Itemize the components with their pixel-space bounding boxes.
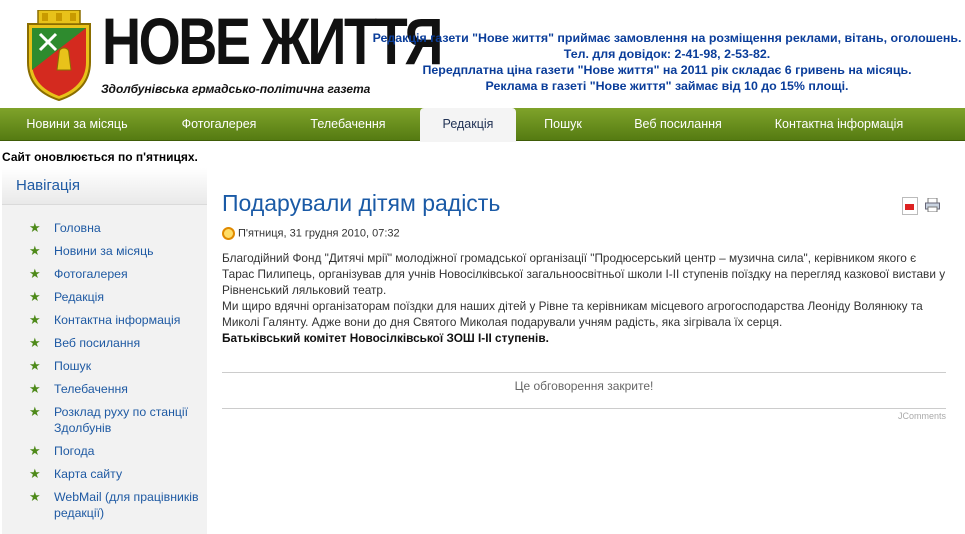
sidebar-item-label[interactable]: Головна [54,221,101,235]
sidebar-item-weather[interactable]: ★ Погода [2,443,207,459]
sidebar-item-label[interactable]: Редакція [54,290,104,304]
star-icon: ★ [29,381,41,396]
article-meta: П'ятниця, 31 грудня 2010, 07:32 [222,227,400,240]
article-paragraph: Благодійний Фонд "Дитячі мрії" молодіжно… [222,251,946,297]
sidebar-item-news[interactable]: ★ Новини за місяць [2,243,207,259]
sidebar-item-label[interactable]: Погода [54,444,94,458]
sidebar-item-photogallery[interactable]: ★ Фотогалерея [2,266,207,282]
nav-item-contacts[interactable]: Контактна інформація [746,108,932,140]
sidebar-header: Навігація [2,168,207,205]
jcomments-link[interactable]: JComments [822,411,946,421]
sidebar-item-search[interactable]: ★ Пошук [2,358,207,374]
star-icon: ★ [29,266,41,281]
star-icon: ★ [29,335,41,350]
nav-item-photogallery[interactable]: Фотогалерея [154,108,284,140]
sidebar: Навігація ★ Головна ★ Новини за місяць ★ Фо… [2,168,207,534]
pdf-icon[interactable] [902,197,918,215]
main-nav: Новини за місяць Фотогалерея Телебачення… [0,108,965,142]
sidebar-item-label[interactable]: Карта сайту [54,467,122,481]
site-subtitle: Здолбунівська грмадсько-політична газета [101,82,371,96]
sidebar-item-label[interactable]: Розклад руху по станції Здолбунів [54,405,188,435]
star-icon: ★ [29,404,41,419]
sidebar-item-links[interactable]: ★ Веб посилання [2,335,207,351]
sidebar-menu: ★ Головна ★ Новини за місяць ★ Фотогалерея … [2,220,207,528]
article-date: П'ятниця, 31 грудня 2010, 07:32 [238,227,400,240]
sidebar-item-webmail[interactable]: ★ WebMail (для працівників редакції) [2,489,207,521]
star-icon: ★ [29,358,41,373]
header-info-line: Редакція газети "Нове життя" приймає зам… [372,31,962,45]
article-paragraph: Ми щиро вдячні організаторам поїздки для… [222,299,923,329]
star-icon: ★ [29,243,41,258]
sidebar-item-label[interactable]: Телебачення [54,382,128,396]
sidebar-item-label[interactable]: WebMail (для працівників редакції) [54,490,199,520]
star-icon: ★ [29,443,41,458]
sidebar-item-sitemap[interactable]: ★ Карта сайту [2,466,207,482]
sidebar-item-contacts[interactable]: ★ Контактна інформація [2,312,207,328]
article-title[interactable]: Подарували дітям радість [222,190,500,217]
sidebar-item-label[interactable]: Веб посилання [54,336,140,350]
star-icon: ★ [29,312,41,327]
article-body: Благодійний Фонд "Дитячі мрії" молодіжно… [222,250,948,346]
nav-item-links[interactable]: Веб посилання [610,108,746,140]
nav-item-editorial[interactable]: Редакція [420,108,516,142]
clock-icon [222,227,235,240]
header-info-line: Тел. для довідок: 2-41-98, 2-53-82. [563,47,771,61]
header-info-line: Реклама в газеті "Нове життя" займає від… [485,79,849,93]
header-info: Редакція газети "Нове життя" приймає зам… [372,30,962,94]
sidebar-item-label[interactable]: Пошук [54,359,91,373]
site-header: НОВЕ ЖИТТЯ Здолбунівська грмадсько-політ… [0,0,965,108]
nav-item-tv[interactable]: Телебачення [284,108,412,140]
sidebar-item-editorial[interactable]: ★ Редакція [2,289,207,305]
star-icon: ★ [29,220,41,235]
sidebar-item-label[interactable]: Фотогалерея [54,267,128,281]
divider [222,408,946,409]
comments-closed-message: Це обговорення закрите! [514,379,654,393]
coat-of-arms-icon[interactable] [22,10,96,102]
update-notice: Сайт оновлюється по п'ятницях. [2,150,198,164]
nav-item-search[interactable]: Пошук [516,108,610,140]
star-icon: ★ [29,466,41,481]
sidebar-item-tv[interactable]: ★ Телебачення [2,381,207,397]
divider [222,372,946,373]
article-signature: Батьківський комітет Новосілківської ЗОШ… [222,331,549,345]
sidebar-title: Навігація [16,177,81,194]
nav-item-news[interactable]: Новини за місяць [0,108,154,140]
header-info-line: Передплатна ціна газети "Нове життя" на … [422,63,912,77]
sidebar-item-label[interactable]: Контактна інформація [54,313,180,327]
sidebar-item-home[interactable]: ★ Головна [2,220,207,236]
print-icon[interactable] [925,198,940,212]
star-icon: ★ [29,489,41,504]
sidebar-item-label[interactable]: Новини за місяць [54,244,154,258]
star-icon: ★ [29,289,41,304]
sidebar-item-schedule[interactable]: ★ Розклад руху по станції Здолбунів [2,404,207,436]
